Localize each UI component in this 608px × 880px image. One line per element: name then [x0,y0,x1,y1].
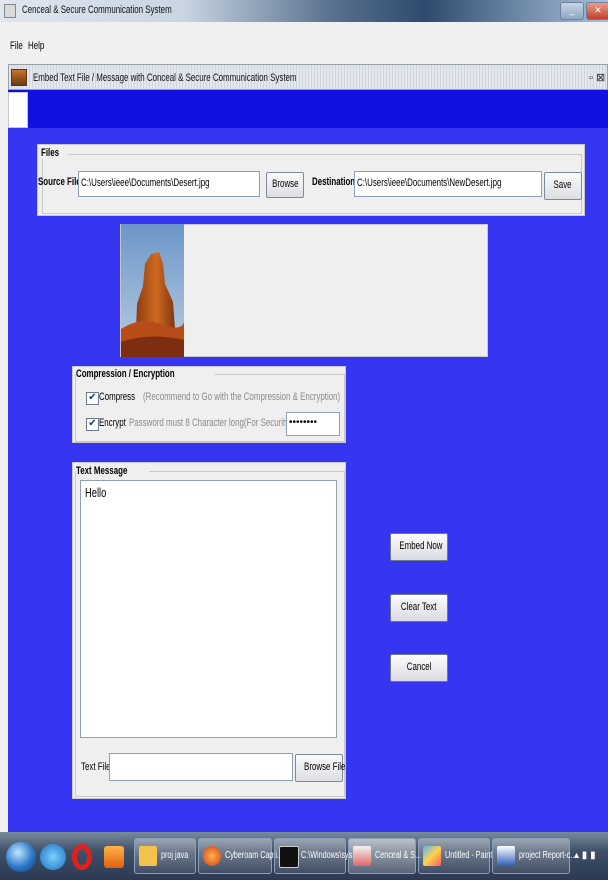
embed-now-button[interactable]: Embed Now [390,533,448,561]
task-proj-java[interactable]: proj java [134,838,196,874]
encrypt-checkbox[interactable]: ✔ [86,418,99,431]
task-cenceal[interactable]: Cenceal & S... [348,838,421,874]
compress-checkbox[interactable]: ✔ [86,392,99,405]
side-tab [8,92,28,128]
menu-file[interactable]: File [10,40,28,52]
clear-text-button[interactable]: Clear Text [390,594,448,622]
menu-bar: File Help [0,36,608,58]
browse-file-button[interactable]: Browse File [295,754,345,782]
frame-controls-icon[interactable]: ▫ ⊠ [589,71,605,84]
message-textarea[interactable]: Hello [80,480,337,738]
source-file-field[interactable]: C:\Users\ieee\Documents\Desert.jpg [78,171,260,197]
word-icon [497,846,515,866]
opera-icon[interactable] [72,844,92,870]
window-title: Cenceal & Secure Communication System [22,4,172,16]
compress-hint: (Recommend to Go with the Compression & … [143,391,341,403]
java-icon [353,846,371,866]
text-message-title: Text Message [76,465,150,477]
text-file-field[interactable] [109,753,293,781]
internal-frame-title: Embed Text File / Message with Conceal &… [33,72,297,84]
files-title: Files [41,147,69,159]
cancel-button[interactable]: Cancel [390,654,448,682]
compression-encryption-panel: Compression / Encryption ✔ Compress (Rec… [72,366,346,443]
frame-icon [11,69,27,86]
internal-frame-title-bar: Embed Text File / Message with Conceal &… [8,64,608,90]
firefox-icon [203,846,221,866]
minimize-icon[interactable]: _ [560,2,584,20]
destination-file-field[interactable]: C:\Users\ieee\Documents\NewDesert.jpg [354,171,542,197]
files-panel: Files Source File C:\Users\ieee\Document… [37,144,585,216]
task-project-report[interactable]: project Report-c... [492,838,576,874]
start-orb-icon[interactable] [6,842,36,872]
system-tray[interactable]: ▴ ▮ ▮ [574,850,596,861]
cmd-icon [279,846,299,868]
paint-icon [423,846,441,866]
compression-title: Compression / Encryption [76,368,215,380]
java-app-icon [4,4,16,18]
menu-help[interactable]: Help [28,40,51,52]
password-field[interactable]: •••••••• [286,412,340,436]
task-cmd[interactable]: C:\Windows\sys... [274,838,358,874]
browse-button[interactable]: Browse [266,172,304,198]
compress-label: Compress [99,391,136,403]
save-button[interactable]: Save [544,172,582,200]
task-paint[interactable]: Untitled - Paint [418,838,492,874]
close-icon[interactable]: ✕ [586,2,608,20]
ie-icon[interactable] [40,844,66,870]
task-cyberoam[interactable]: Cyberoam Capti... [198,838,283,874]
folder-icon [139,846,157,866]
desert-image-preview [121,224,184,357]
top-strip [8,90,608,128]
media-player-icon[interactable] [104,846,124,868]
window-controls: _ ✕ [560,2,608,20]
